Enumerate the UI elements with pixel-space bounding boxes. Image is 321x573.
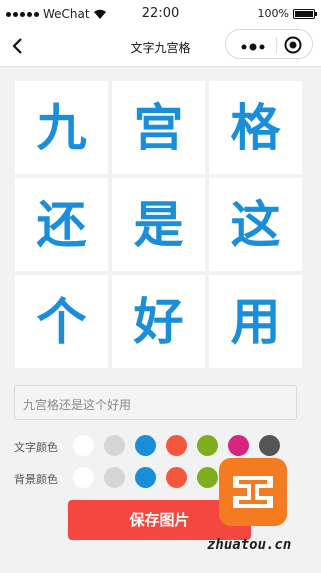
more-dots-icon[interactable] xyxy=(238,38,272,51)
grid-cell: 九 xyxy=(15,81,108,174)
bg-color-swatch[interactable] xyxy=(197,467,218,488)
grid-cell: 宫 xyxy=(112,81,205,174)
bg-color-swatch[interactable] xyxy=(166,467,187,488)
grid-cell: 这 xyxy=(209,178,302,271)
watermark-text: zhuatou.cn xyxy=(207,537,292,553)
text-color-swatches xyxy=(73,435,280,456)
grid-cell: 格 xyxy=(209,81,302,174)
capsule-divider xyxy=(276,37,277,53)
grid-cell: 是 xyxy=(112,178,205,271)
text-color-swatch[interactable] xyxy=(104,435,125,456)
text-color-label: 文字颜色 xyxy=(14,441,58,454)
battery-percent: 100% xyxy=(257,7,289,20)
target-circle-icon[interactable] xyxy=(284,36,302,54)
grid-cell: 个 xyxy=(15,275,108,368)
text-color-swatch[interactable] xyxy=(228,435,249,456)
text-input[interactable]: 九宫格还是这个好用 xyxy=(14,385,297,420)
grid-cell: 好 xyxy=(112,275,205,368)
text-color-swatch[interactable] xyxy=(166,435,187,456)
battery-fill xyxy=(295,10,313,17)
nav-bar: 文字九宫格 xyxy=(0,28,321,67)
bg-color-swatch[interactable] xyxy=(73,467,94,488)
status-bar: WeChat 22:00 100% xyxy=(0,0,321,28)
text-color-row: 文字颜色 xyxy=(14,435,304,457)
bg-color-swatch[interactable] xyxy=(135,467,156,488)
battery-icon xyxy=(293,8,317,19)
grid-cell: 用 xyxy=(209,275,302,368)
mini-program-capsule xyxy=(225,29,313,59)
status-right: 100% xyxy=(257,7,317,20)
text-color-swatch[interactable] xyxy=(73,435,94,456)
bg-color-label: 背景颜色 xyxy=(14,473,58,486)
text-color-swatch[interactable] xyxy=(197,435,218,456)
text-color-swatch[interactable] xyxy=(135,435,156,456)
watermark-logo xyxy=(219,458,287,526)
grid-cell: 还 xyxy=(15,178,108,271)
nine-grid: 九宫格还是这个好用 xyxy=(15,81,302,368)
text-color-swatch[interactable] xyxy=(259,435,280,456)
bg-color-swatch[interactable] xyxy=(104,467,125,488)
